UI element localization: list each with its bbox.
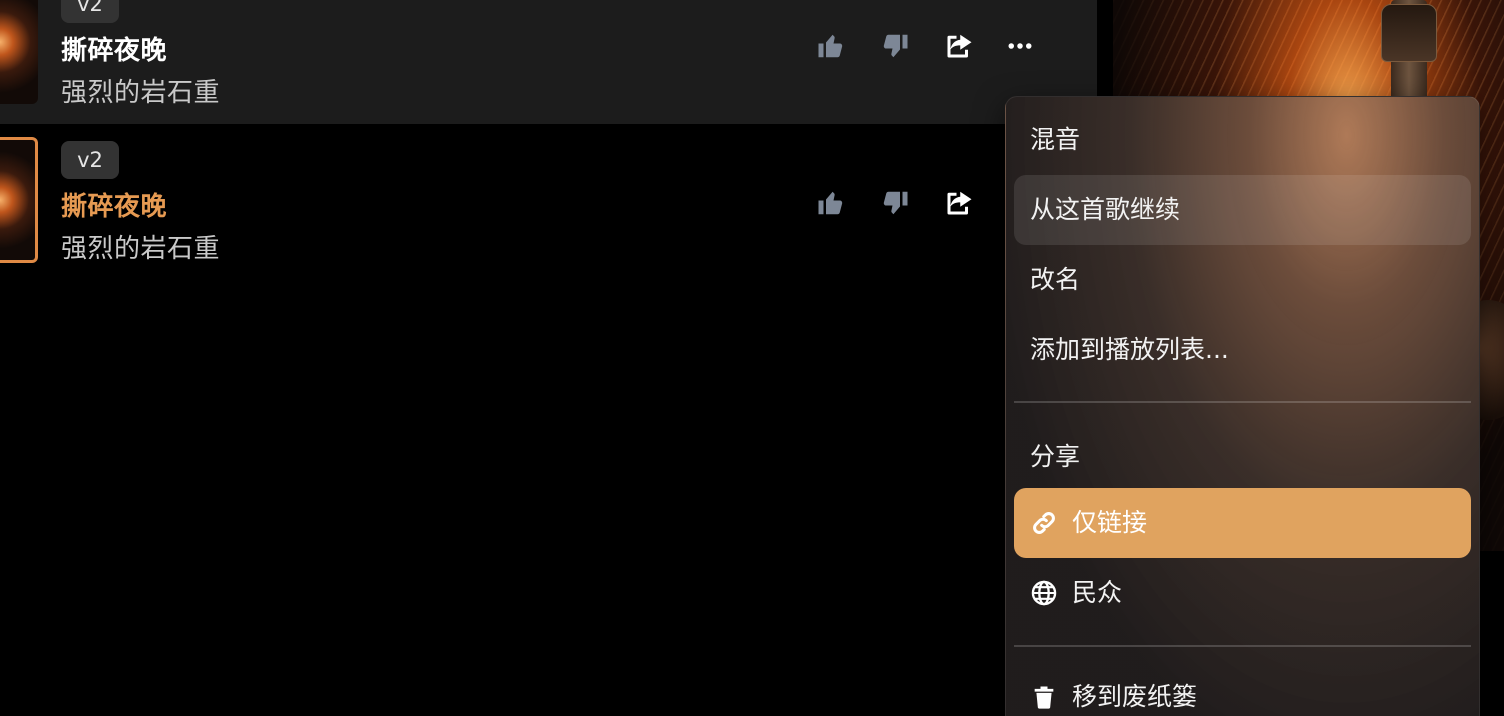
track-title[interactable]: 撕碎夜晚 [61,30,167,67]
track-context-menu: 混音 从这首歌继续 改名 添加到播放列表... 分享 仅链接 民众 移到废纸篓 [1005,96,1480,716]
version-badge: v2 [61,141,119,179]
share-section-heading: 分享 [1030,442,1081,471]
link-icon [1030,509,1058,537]
thumbs-down-icon [883,34,908,58]
more-options-button[interactable] [1003,29,1037,63]
menu-item-continue-from-song[interactable]: 从这首歌继续 [1014,175,1471,245]
menu-item-link-only[interactable]: 仅链接 [1014,488,1471,558]
dislike-button[interactable] [878,186,912,220]
track-row[interactable]: v2 撕碎夜晚 强烈的岩石重 [0,125,1097,264]
track-thumbnail[interactable] [0,137,38,263]
track-thumbnail[interactable] [0,0,38,104]
menu-item-public[interactable]: 民众 [1014,558,1471,628]
share-button[interactable] [942,186,976,220]
share-icon [947,191,972,215]
version-badge: v2 [61,0,119,23]
share-icon [947,34,972,58]
menu-divider [1014,401,1471,403]
thumbs-up-icon [818,34,843,58]
menu-divider [1014,645,1471,647]
dislike-button[interactable] [878,29,912,63]
thumbs-down-icon [883,191,908,215]
menu-item-remix[interactable]: 混音 [1014,105,1471,175]
track-style: 强烈的岩石重 [61,78,221,108]
menu-item-rename[interactable]: 改名 [1014,245,1471,315]
track-style: 强烈的岩石重 [61,234,221,264]
track-row[interactable]: v2 撕碎夜晚 强烈的岩石重 [0,0,1097,124]
more-options-icon [1008,43,1032,49]
track-title[interactable]: 撕碎夜晚 [61,186,167,223]
share-button[interactable] [942,29,976,63]
globe-icon [1030,579,1058,607]
menu-item-label: 混音 [1030,125,1081,154]
menu-item-label: 仅链接 [1072,508,1148,537]
menu-item-label: 从这首歌继续 [1030,195,1181,224]
menu-item-move-to-trash[interactable]: 移到废纸篓 [1014,662,1471,716]
menu-item-label: 添加到播放列表... [1030,335,1229,364]
thumbs-up-icon [818,191,843,215]
menu-item-label: 民众 [1072,578,1123,607]
menu-item-label: 改名 [1030,265,1081,294]
menu-item-add-to-playlist[interactable]: 添加到播放列表... [1014,315,1471,385]
cover-guitar-headstock [1381,4,1437,62]
like-button[interactable] [814,29,848,63]
trash-icon [1030,683,1058,711]
menu-item-label: 移到废纸篓 [1072,682,1198,711]
like-button[interactable] [814,186,848,220]
